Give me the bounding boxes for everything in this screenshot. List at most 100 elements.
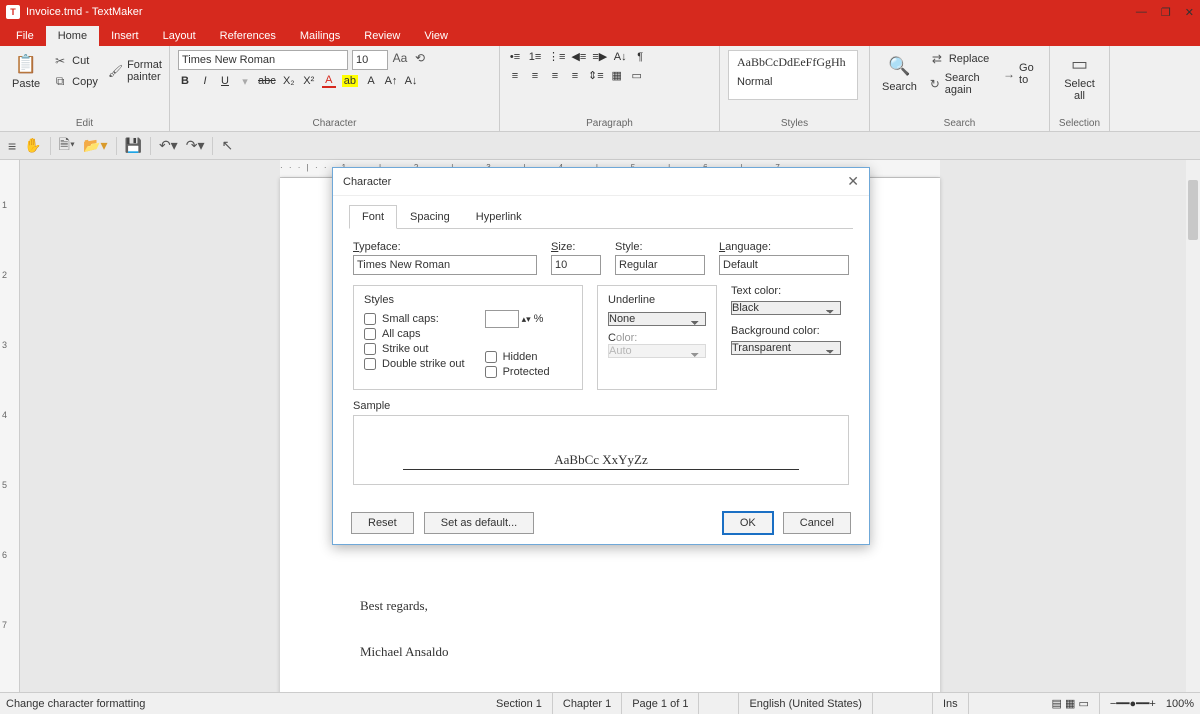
format-painter-button[interactable]: 🖌Format painter	[106, 58, 165, 84]
new-doc-icon[interactable]: 🗎▾	[59, 134, 75, 158]
redo-icon[interactable]: ↷▾	[186, 137, 205, 154]
doc-text: Michael Ansaldo	[360, 644, 860, 660]
decrease-indent-button[interactable]: ◀≡	[571, 50, 586, 63]
cancel-button[interactable]: Cancel	[783, 512, 851, 534]
dialog-tab-font[interactable]: Font	[349, 205, 397, 229]
show-marks-button[interactable]: ¶	[633, 51, 647, 63]
char-shading-button[interactable]: A	[364, 75, 378, 87]
dialog-close-icon[interactable]: ✕	[847, 173, 859, 190]
cut-button[interactable]: ✂Cut	[50, 52, 100, 70]
font-size-select[interactable]	[352, 50, 388, 70]
hidden-check[interactable]	[485, 351, 497, 363]
tab-mailings[interactable]: Mailings	[288, 26, 352, 46]
open-icon[interactable]: 📂▾	[83, 137, 107, 154]
bullets-button[interactable]: •≡	[508, 51, 522, 63]
align-right-button[interactable]: ≡	[548, 70, 562, 82]
search-again-button[interactable]: ↻Search again	[927, 71, 995, 97]
dialog-tab-spacing[interactable]: Spacing	[397, 205, 463, 229]
quick-access-toolbar: ≡ ✋ 🗎▾ 📂▾ 💾 ↶▾ ↷▾ ↖	[0, 132, 1200, 160]
hand-icon[interactable]: ✋	[24, 137, 41, 154]
change-case-icon[interactable]: Aa	[392, 50, 408, 66]
close-icon[interactable]: ✕	[1185, 6, 1194, 19]
underline-select[interactable]: None	[608, 312, 706, 326]
highlight-button[interactable]: ab	[342, 75, 358, 87]
dialog-title: Character	[343, 176, 391, 188]
cursor-icon[interactable]: ↖	[221, 137, 233, 154]
status-language[interactable]: English (United States)	[739, 693, 873, 714]
goto-button[interactable]: →Go to	[1001, 61, 1041, 87]
multilevel-button[interactable]: ⋮≡	[548, 50, 565, 63]
sort-button[interactable]: A↓	[613, 51, 627, 63]
search-button[interactable]: 🔍 Search	[878, 53, 921, 95]
smallcaps-check[interactable]	[364, 313, 376, 325]
zoom-level[interactable]: 100%	[1166, 698, 1194, 710]
reset-button[interactable]: Reset	[351, 512, 414, 534]
smallcaps-percent[interactable]	[485, 310, 519, 328]
size-select[interactable]: 10	[551, 255, 601, 275]
shrink-font-button[interactable]: A↓	[404, 75, 418, 87]
tab-file[interactable]: File	[4, 26, 46, 46]
style-gallery[interactable]: AaBbCcDdEeFfGgHh Normal	[728, 50, 858, 100]
superscript-button[interactable]: X²	[302, 75, 316, 87]
strikeout-check[interactable]	[364, 343, 376, 355]
underline-group-label: Underline	[608, 294, 706, 306]
view-buttons[interactable]: ▤ ▦ ▭	[1042, 693, 1100, 714]
subscript-button[interactable]: X₂	[282, 75, 296, 87]
tab-insert[interactable]: Insert	[99, 26, 151, 46]
align-left-button[interactable]: ≡	[508, 70, 522, 82]
outline-icon[interactable]: ≡	[8, 138, 16, 154]
justify-button[interactable]: ≡	[568, 70, 582, 82]
maximize-icon[interactable]: ❐	[1161, 6, 1171, 19]
increase-indent-button[interactable]: ≡▶	[592, 50, 607, 63]
borders-button[interactable]: ▭	[630, 69, 644, 82]
status-section[interactable]: Section 1	[486, 693, 553, 714]
tab-review[interactable]: Review	[352, 26, 412, 46]
allcaps-check[interactable]	[364, 328, 376, 340]
status-insert-mode[interactable]: Ins	[933, 693, 969, 714]
shading-button[interactable]: ▦	[610, 69, 624, 82]
italic-button[interactable]: I	[198, 75, 212, 87]
clear-formatting-icon[interactable]: ⟲	[412, 50, 428, 66]
zoom-out-icon[interactable]: −	[1110, 698, 1116, 710]
language-select[interactable]: Default	[719, 255, 849, 275]
set-default-button[interactable]: Set as default...	[424, 512, 534, 534]
dblstrike-check[interactable]	[364, 358, 376, 370]
font-family-select[interactable]	[178, 50, 348, 70]
search-icon: 🔍	[887, 55, 911, 79]
tab-layout[interactable]: Layout	[151, 26, 208, 46]
protected-check[interactable]	[485, 366, 497, 378]
undo-icon[interactable]: ↶▾	[159, 137, 178, 154]
strikethrough-button[interactable]: abc	[258, 75, 276, 87]
ok-button[interactable]: OK	[723, 512, 773, 534]
numbering-button[interactable]: 1≡	[528, 51, 542, 63]
style-preview: AaBbCcDdEeFfGgHh	[737, 55, 849, 70]
typeface-select[interactable]: Times New Roman	[353, 255, 537, 275]
copy-icon: ⧉	[52, 74, 68, 90]
bgcolor-select[interactable]: Transparent	[731, 341, 841, 355]
vertical-ruler: 1 2 3 4 5 6 7	[0, 160, 20, 692]
paste-button[interactable]: 📋 Paste	[8, 50, 44, 92]
save-icon[interactable]: 💾	[125, 137, 142, 154]
underline-button[interactable]: U	[218, 75, 232, 87]
textcolor-select[interactable]: Black	[731, 301, 841, 315]
minimize-icon[interactable]: —	[1136, 6, 1147, 19]
dialog-tab-hyperlink[interactable]: Hyperlink	[463, 205, 535, 229]
tab-references[interactable]: References	[208, 26, 288, 46]
copy-button[interactable]: ⧉Copy	[50, 73, 100, 91]
line-spacing-button[interactable]: ⇕≡	[588, 69, 604, 82]
group-label-styles: Styles	[728, 116, 861, 129]
status-page[interactable]: Page 1 of 1	[622, 693, 699, 714]
font-color-button[interactable]: A	[322, 74, 336, 88]
replace-button[interactable]: ⇄Replace	[927, 50, 995, 68]
character-dialog: Character ✕ Font Spacing Hyperlink Typef…	[332, 167, 870, 545]
vertical-scrollbar[interactable]	[1186, 160, 1200, 692]
zoom-in-icon[interactable]: +	[1149, 698, 1155, 710]
grow-font-button[interactable]: A↑	[384, 75, 398, 87]
tab-view[interactable]: View	[412, 26, 460, 46]
bold-button[interactable]: B	[178, 75, 192, 87]
tab-home[interactable]: Home	[46, 26, 99, 46]
align-center-button[interactable]: ≡	[528, 70, 542, 82]
status-chapter[interactable]: Chapter 1	[553, 693, 622, 714]
select-all-button[interactable]: ▭ Select all	[1058, 50, 1101, 104]
style-select[interactable]: Regular	[615, 255, 705, 275]
